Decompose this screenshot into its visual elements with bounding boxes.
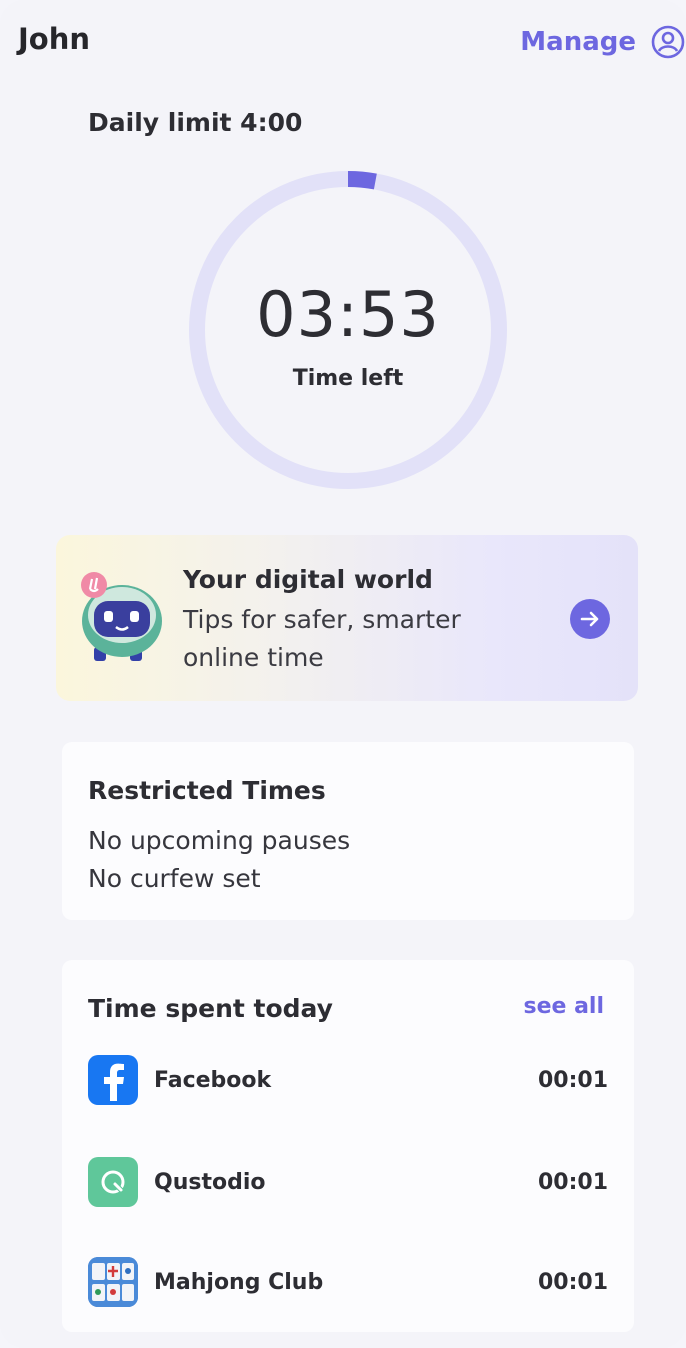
- no-pauses-text: No upcoming pauses: [88, 826, 351, 855]
- promo-title: Your digital world: [183, 565, 433, 594]
- app-screen: John Manage Daily limit 4:00 03:53 Time …: [0, 0, 686, 1348]
- restricted-times-title: Restricted Times: [88, 776, 326, 805]
- header: John Manage: [0, 0, 686, 84]
- manage-label: Manage: [520, 27, 636, 57]
- app-row-facebook[interactable]: Facebook 00:01: [88, 1054, 608, 1106]
- app-name: Qustodio: [154, 1169, 266, 1195]
- time-spent-card: Time spent today see all Facebook 00:01 …: [62, 960, 634, 1332]
- time-spent-title: Time spent today: [88, 994, 333, 1023]
- app-time: 00:01: [537, 1067, 608, 1093]
- app-row-qustodio[interactable]: Qustodio 00:01: [88, 1156, 608, 1208]
- manage-button[interactable]: Manage: [520, 20, 686, 64]
- app-name: Mahjong Club: [154, 1269, 324, 1295]
- mahjong-icon: [88, 1257, 138, 1307]
- time-left-label: Time left: [292, 366, 404, 391]
- app-time: 00:01: [537, 1269, 608, 1295]
- facebook-icon: [88, 1055, 138, 1105]
- no-curfew-text: No curfew set: [88, 864, 261, 893]
- arrow-right-icon[interactable]: [570, 599, 610, 639]
- app-time: 00:01: [537, 1169, 608, 1195]
- app-name: Facebook: [154, 1067, 272, 1093]
- digital-world-banner[interactable]: Your digital world Tips for safer, smart…: [56, 535, 638, 701]
- user-circle-icon: [651, 25, 685, 59]
- daily-limit-label: Daily limit 4:00: [88, 108, 303, 137]
- robot-mascot-icon: [81, 572, 162, 661]
- see-all-link[interactable]: see all: [523, 994, 604, 1019]
- promo-subtitle: Tips for safer, smarter online time: [183, 605, 461, 672]
- restricted-times-card[interactable]: Restricted Times No upcoming pauses No c…: [62, 742, 634, 920]
- time-left-ring: 03:53 Time left: [188, 170, 508, 490]
- time-left-value: 03:53: [256, 278, 440, 351]
- child-name: John: [18, 22, 91, 56]
- app-row-mahjong-club[interactable]: Mahjong Club 00:01: [88, 1256, 608, 1308]
- qustodio-icon: [88, 1157, 138, 1207]
